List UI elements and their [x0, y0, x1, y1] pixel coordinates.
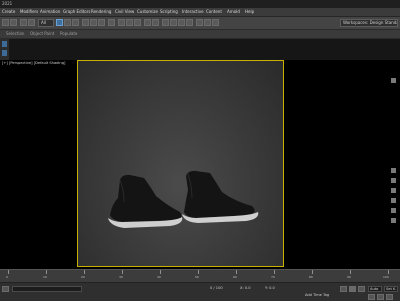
key-filters-icon[interactable]	[368, 294, 375, 300]
move-icon[interactable]	[82, 19, 89, 26]
ribbon-tab-object-paint[interactable]: Object Paint	[30, 30, 54, 38]
schematic-view-icon[interactable]	[178, 19, 185, 26]
scene-explorer-icon[interactable]	[2, 41, 7, 47]
zoom-time-icon[interactable]	[386, 294, 393, 300]
shoes-model[interactable]	[100, 160, 270, 235]
viewport-nav-tools	[389, 68, 399, 268]
timeline-tick-label: 70	[271, 275, 275, 279]
right-shoe	[182, 170, 259, 223]
undo-icon[interactable]	[2, 19, 9, 26]
set-key-button[interactable]: Set K.	[384, 286, 398, 292]
ribbon-tab-selection[interactable]: Selection	[6, 30, 24, 38]
redo-icon[interactable]	[10, 19, 17, 26]
timeline-tick-label: 60	[233, 275, 237, 279]
menu-item-rendering[interactable]: Rendering	[91, 8, 111, 16]
ribbon-tab-populate[interactable]: Populate	[60, 30, 77, 38]
timeline-tick-label: 50	[195, 275, 199, 279]
maximize-viewport-icon[interactable]	[391, 218, 396, 223]
render-frame-icon[interactable]	[204, 19, 211, 26]
placement-icon[interactable]	[108, 19, 115, 26]
zoom-extents-icon[interactable]	[391, 198, 396, 203]
menu-item-customize[interactable]: Customize	[137, 8, 158, 16]
add-time-tag-label[interactable]: Add Time Tag	[305, 293, 329, 297]
layer-icon[interactable]	[2, 50, 7, 56]
scale-icon[interactable]	[98, 19, 105, 26]
play-icon[interactable]	[349, 286, 356, 292]
menu-item-create[interactable]: Create	[2, 8, 15, 16]
viewport-label[interactable]: [+] [Perspective] [Default Shading]	[2, 61, 65, 65]
y-readout: Y: 0.0	[265, 286, 275, 290]
rect-selection-icon[interactable]	[72, 19, 79, 26]
timeline-tick-label: 100	[383, 275, 389, 279]
timeline-tick-label: 40	[157, 275, 161, 279]
menu-item-scripting[interactable]: Scripting	[160, 8, 178, 16]
select-object-icon[interactable]	[56, 19, 63, 26]
x-readout: X: 0.0	[240, 286, 251, 290]
maxscript-listener-icon[interactable]	[2, 286, 9, 292]
material-editor-icon[interactable]	[186, 19, 193, 26]
ribbon: Selection Object Paint Populate	[0, 30, 400, 39]
timeline[interactable]: 0 10 20 30 40 50 60 70 80 90 100	[0, 269, 400, 282]
rotate-icon[interactable]	[90, 19, 97, 26]
timeline-tick-label: 80	[309, 275, 313, 279]
title-bar: 2021	[0, 0, 400, 8]
zoom-icon[interactable]	[391, 188, 396, 193]
unlink-icon[interactable]	[28, 19, 35, 26]
window-title: 2021	[2, 1, 13, 6]
pan-icon[interactable]	[391, 178, 396, 183]
render-setup-icon[interactable]	[196, 19, 203, 26]
align-icon[interactable]	[152, 19, 159, 26]
angle-snap-icon[interactable]	[126, 19, 133, 26]
auto-key-button[interactable]: Auto	[368, 286, 382, 292]
menu-item-content[interactable]: Content	[206, 8, 222, 16]
orbit-icon[interactable]	[391, 168, 396, 173]
snap-3d-icon[interactable]	[118, 19, 125, 26]
selection-filter-dropdown[interactable]: All	[38, 19, 54, 27]
main-toolbar: All Workspaces: Design Standard	[0, 17, 400, 30]
menu-item-civil-view[interactable]: Civil View	[115, 8, 134, 16]
left-command-strip	[0, 38, 9, 60]
menu-item-arnold[interactable]: Arnold	[227, 8, 240, 16]
timeline-tick-label: 90	[347, 275, 351, 279]
prev-frame-icon[interactable]	[340, 286, 347, 292]
percent-snap-icon[interactable]	[134, 19, 141, 26]
timeline-tick-label: 10	[43, 275, 47, 279]
timeline-tick-label: 20	[81, 275, 85, 279]
menu-bar: Create Modifiers Animation Graph Editors…	[0, 8, 400, 17]
timeline-tick-label: 30	[119, 275, 123, 279]
render-icon[interactable]	[212, 19, 219, 26]
menu-item-interactive[interactable]: Interactive	[182, 8, 204, 16]
time-config-icon[interactable]	[377, 294, 384, 300]
layer-explorer-icon[interactable]	[162, 19, 169, 26]
menu-item-graph-editors[interactable]: Graph Editors	[63, 8, 90, 16]
menu-item-help[interactable]: Help	[245, 8, 254, 16]
left-shoe	[108, 174, 183, 228]
maxscript-input[interactable]	[12, 286, 82, 292]
viewcube-icon[interactable]	[391, 78, 396, 83]
select-by-name-icon[interactable]	[64, 19, 71, 26]
fov-icon[interactable]	[391, 208, 396, 213]
next-frame-icon[interactable]	[358, 286, 365, 292]
frame-readout: 0 / 100	[210, 286, 223, 290]
curve-editor-icon[interactable]	[170, 19, 177, 26]
timeline-tick-label: 0	[6, 275, 8, 279]
link-icon[interactable]	[20, 19, 27, 26]
menu-item-animation[interactable]: Animation	[40, 8, 60, 16]
workspace-dropdown[interactable]: Workspaces: Design Standard	[340, 19, 398, 27]
menu-item-modifiers[interactable]: Modifiers	[20, 8, 38, 16]
status-bar: 0 / 100 X: 0.0 Y: 0.0 Add Time Tag Auto …	[0, 282, 400, 301]
mirror-icon[interactable]	[144, 19, 151, 26]
